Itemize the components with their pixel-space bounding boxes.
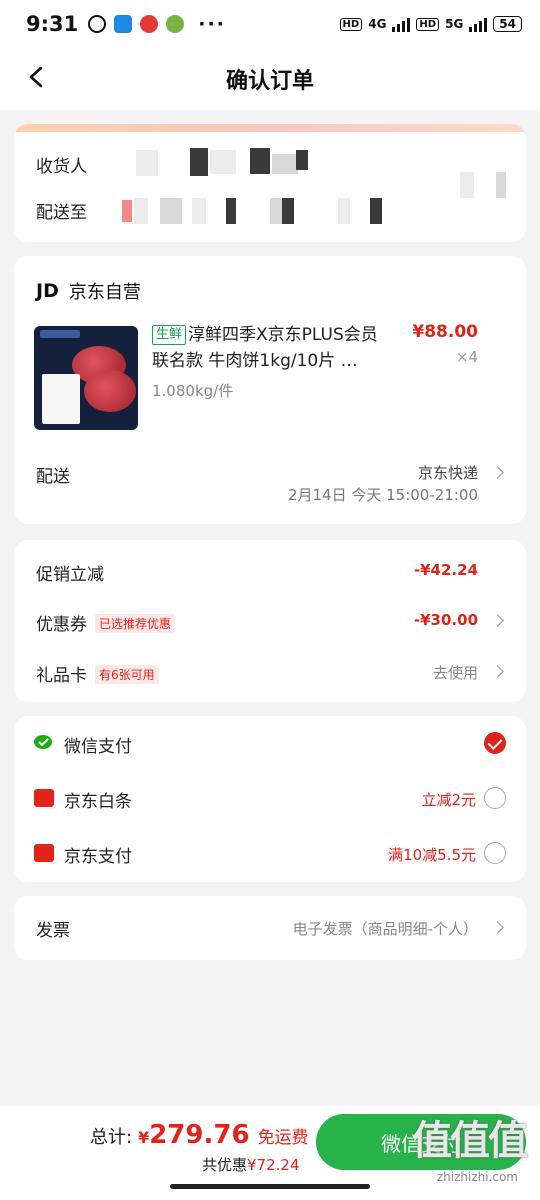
network-type: 4G [368,17,387,31]
page-header: 确认订单 [0,48,540,110]
product-title[interactable]: 生鲜 淳鲜四季X京东PLUS会员联名款 牛肉饼1kg/10片 … [152,322,392,374]
app-notification-icon [166,15,185,33]
hd-icon: HD [339,17,363,31]
payment-label: 京东白条 [64,792,132,812]
total-label: 总计: [90,1127,133,1148]
payment-radio-selected[interactable] [484,732,506,754]
giftcard-value[interactable]: 去使用 [433,662,478,683]
page-title: 确认订单 [225,69,314,94]
watermark: 值值值 [412,1118,528,1164]
discount-line: 共优惠¥72.24 [202,1154,300,1175]
payment-card: 微信支付 京东白条 立减2元 京东支付 满10减5.5元 [14,716,526,882]
total-line: 总计: ¥ 279.76 免运费 [90,1120,309,1150]
giftcard-label: 礼品卡 有6张可用 [36,661,159,686]
watermark-url: zhizhizhi.com [436,1170,518,1184]
payment-label: 微信支付 [64,737,132,757]
discount-amount: ¥72.24 [247,1156,300,1174]
coupon-tag: 已选推荐优惠 [95,614,176,633]
receiver-label: 收货人 [36,157,87,177]
address-card[interactable]: 收货人 配送至 [14,124,526,242]
home-indicator[interactable] [170,1184,370,1189]
product-image[interactable] [34,326,138,430]
jd-pay-icon [34,844,54,862]
coupon-value: -¥30.00 [413,611,478,629]
store-card: JD 京东自营 生鲜 淳鲜四季X京东PLUS会员联名款 牛肉饼1kg/10片 … … [14,256,526,524]
chevron-right-icon[interactable] [491,921,504,934]
payment-promo: 立减2元 [421,791,476,809]
jd-baitiao-icon [34,789,54,807]
product-weight: 1.080kg/件 [152,382,234,400]
payment-radio[interactable] [484,787,506,809]
app-notification-icon [140,15,159,33]
promo-discount-value: -¥42.24 [413,561,478,579]
chevron-right-icon[interactable] [491,665,504,678]
network-type: 5G [445,17,464,31]
fresh-tag: 生鲜 [152,325,187,345]
app-notification-icon [114,15,133,33]
battery-icon: 54 [493,16,522,32]
status-bar: 9:31 ··· HD 4G HD 5G 54 [0,0,540,48]
signal-icon [469,16,488,32]
alarm-icon [88,15,107,33]
invoice-value: 电子发票（商品明细-个人） [292,920,478,938]
status-time: 9:31 [26,12,79,36]
more-notifications-icon: ··· [198,13,226,35]
jd-logo: JD [36,280,59,302]
shipping-label: 配送 [36,467,70,487]
ship-to-label: 配送至 [36,203,87,223]
store-header: JD 京东自营 [36,278,141,304]
free-shipping: 免运费 [257,1128,309,1148]
status-indicators: HD 4G HD 5G 54 [339,16,522,32]
product-quantity: ×4 [455,348,478,366]
chevron-right-icon[interactable] [491,614,504,627]
total-currency: ¥ [138,1128,150,1147]
store-name: 京东自营 [68,282,141,303]
address-decor-stripe [14,124,526,132]
invoice-row[interactable]: 发票 电子发票（商品明细-个人） [14,896,526,960]
total-amount: 279.76 [149,1120,250,1150]
chevron-right-icon[interactable] [491,466,504,479]
giftcard-tag: 有6张可用 [95,665,159,684]
payment-label: 京东支付 [64,847,132,867]
promo-discount-label: 促销立减 [36,565,104,585]
back-arrow-icon[interactable] [26,66,48,88]
discount-label: 共优惠 [202,1156,248,1174]
coupon-label: 优惠券 已选推荐优惠 [36,610,176,635]
signal-icon [392,16,411,32]
shipping-method[interactable]: 京东快递 [418,462,478,483]
product-price: ¥88.00 [412,322,478,342]
invoice-label: 发票 [36,921,70,941]
hd-icon: HD [416,17,440,31]
payment-radio[interactable] [484,842,506,864]
wechat-pay-icon [34,735,52,749]
promotions-card: 促销立减 -¥42.24 优惠券 已选推荐优惠 -¥30.00 礼品卡 有6张可用 … [14,540,526,702]
shipping-time[interactable]: 2月14日 今天 15:00-21:00 [288,484,478,505]
payment-promo: 满10减5.5元 [388,846,476,864]
